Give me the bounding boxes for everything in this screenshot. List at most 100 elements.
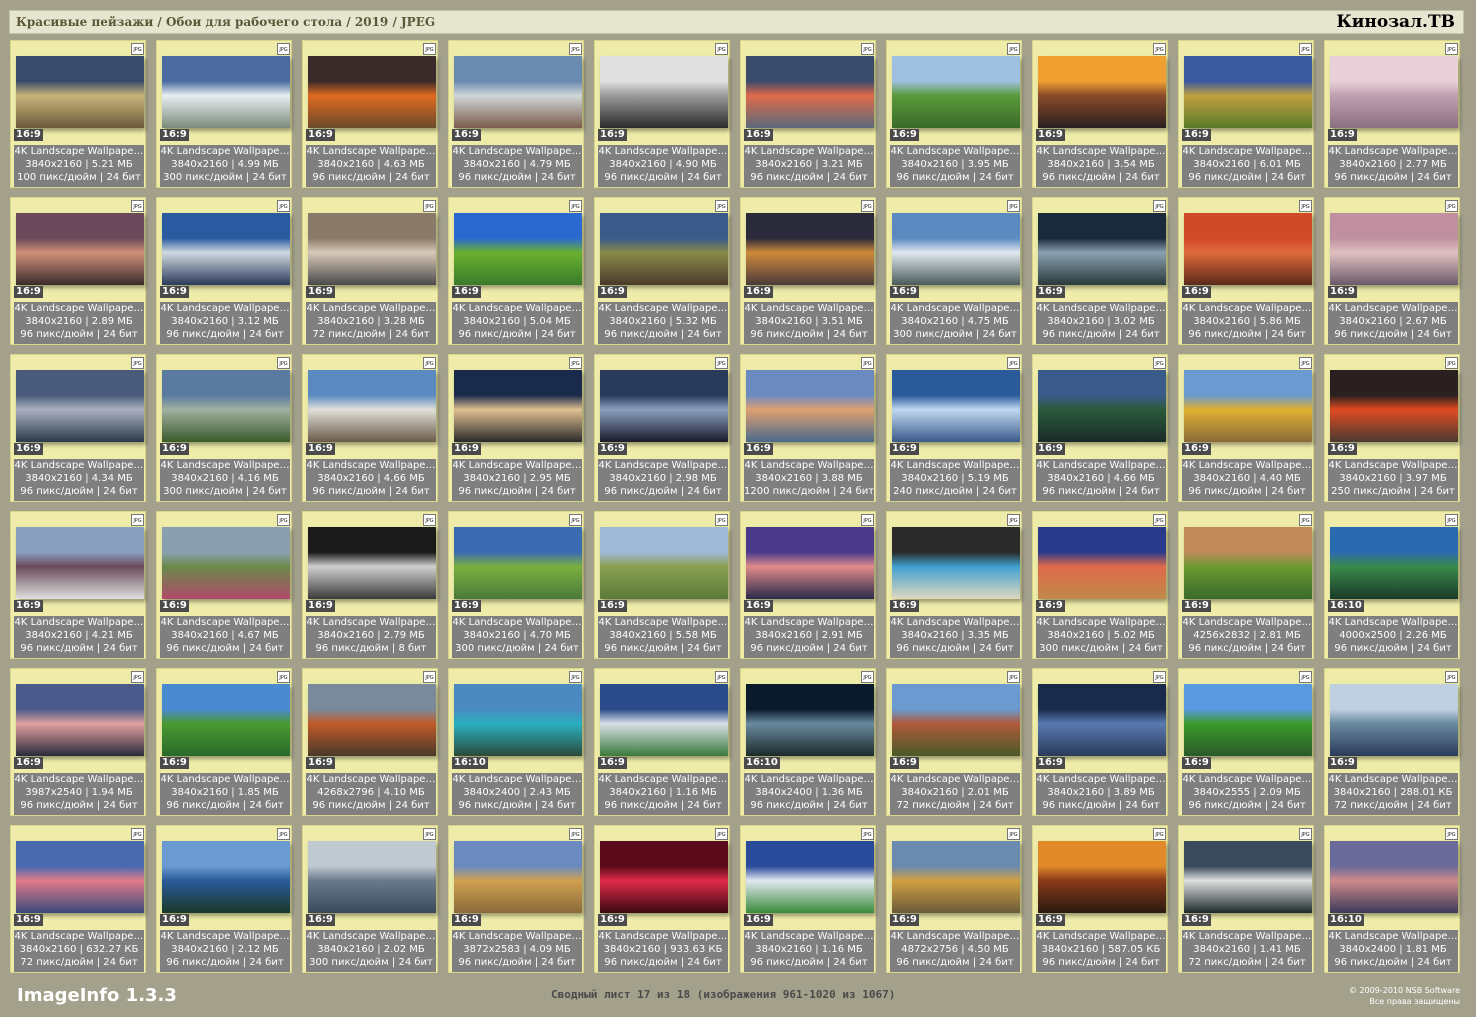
thumbnail-card[interactable]: JPG 16:9 4K Landscape Wallpape… 3840x2160 |… [302, 197, 438, 345]
thumbnail-card[interactable]: JPG 16:9 4K Landscape Wallpape… 3840x2160 |… [1032, 668, 1168, 816]
thumbnail-card[interactable]: JPG 16:9 4K Landscape Wallpape… 3840x2160 |… [1032, 825, 1168, 973]
thumbnail-card[interactable]: JPG 16:9 4K Landscape Wallpape… 3840x2160 |… [1178, 197, 1314, 345]
thumbnail-card[interactable]: JPG 16:9 4K Landscape Wallpape… 3840x2160 |… [886, 40, 1022, 188]
thumbnail-card[interactable]: JPG 16:9 4K Landscape Wallpape… 3840x2160 |… [1032, 511, 1168, 659]
thumbnail-card[interactable]: JPG 16:9 4K Landscape Wallpape… 3840x2160 |… [448, 511, 584, 659]
thumbnail-card[interactable]: JPG 16:9 4K Landscape Wallpape… 3840x2160 |… [156, 825, 292, 973]
thumbnail-image[interactable] [162, 841, 290, 913]
thumbnail-card[interactable]: JPG 16:9 4K Landscape Wallpape… 3840x2160 |… [1032, 197, 1168, 345]
thumbnail-card[interactable]: JPG 16:9 4K Landscape Wallpape… 3840x2160 |… [1032, 40, 1168, 188]
thumbnail-card[interactable]: JPG 16:9 4K Landscape Wallpape… 3840x2160 |… [156, 354, 292, 502]
thumbnail-card[interactable]: JPG 16:9 4K Landscape Wallpape… 3840x2160 |… [448, 354, 584, 502]
thumbnail-card[interactable]: JPG 16:9 4K Landscape Wallpape… 3840x2160 |… [594, 354, 730, 502]
thumbnail-image[interactable] [1330, 841, 1458, 913]
thumbnail-card[interactable]: JPG 16:9 4K Landscape Wallpape… 3840x2160 |… [10, 197, 146, 345]
thumbnail-image[interactable] [1038, 370, 1166, 442]
thumbnail-image[interactable] [454, 841, 582, 913]
thumbnail-card[interactable]: JPG 16:10 4K Landscape Wallpape… 3840x2400 … [1324, 825, 1460, 973]
thumbnail-card[interactable]: JPG 16:9 4K Landscape Wallpape… 3840x2160 |… [156, 511, 292, 659]
thumbnail-card[interactable]: JPG 16:9 4K Landscape Wallpape… 3840x2160 |… [1032, 354, 1168, 502]
thumbnail-card[interactable]: JPG 16:9 4K Landscape Wallpape… 3840x2160 |… [1324, 354, 1460, 502]
thumbnail-card[interactable]: JPG 16:9 4K Landscape Wallpape… 3840x2160 |… [10, 511, 146, 659]
thumbnail-image[interactable] [1184, 213, 1312, 285]
thumbnail-card[interactable]: JPG 16:9 4K Landscape Wallpape… 3840x2160 |… [10, 40, 146, 188]
thumbnail-image[interactable] [454, 370, 582, 442]
thumbnail-card[interactable]: JPG 16:9 4K Landscape Wallpape… 3840x2160 |… [302, 40, 438, 188]
thumbnail-image[interactable] [892, 684, 1020, 756]
thumbnail-card[interactable]: JPG 16:9 4K Landscape Wallpape… 3840x2160 |… [594, 668, 730, 816]
thumbnail-card[interactable]: JPG 16:9 4K Landscape Wallpape… 3840x2160 |… [1324, 40, 1460, 188]
thumbnail-image[interactable] [1330, 527, 1458, 599]
thumbnail-card[interactable]: JPG 16:9 4K Landscape Wallpape… 3840x2160 |… [740, 511, 876, 659]
thumbnail-card[interactable]: JPG 16:10 4K Landscape Wallpape… 4000x2500 … [1324, 511, 1460, 659]
thumbnail-card[interactable]: JPG 16:9 4K Landscape Wallpape… 3840x2160 |… [156, 40, 292, 188]
thumbnail-image[interactable] [16, 213, 144, 285]
thumbnail-card[interactable]: JPG 16:9 4K Landscape Wallpape… 3840x2160 |… [10, 825, 146, 973]
thumbnail-image[interactable] [454, 527, 582, 599]
thumbnail-card[interactable]: JPG 16:9 4K Landscape Wallpape… 3840x2160 |… [1324, 668, 1460, 816]
thumbnail-image[interactable] [16, 841, 144, 913]
thumbnail-image[interactable] [746, 684, 874, 756]
thumbnail-card[interactable]: JPG 16:9 4K Landscape Wallpape… 4872x2756 |… [886, 825, 1022, 973]
thumbnail-image[interactable] [1184, 56, 1312, 128]
thumbnail-card[interactable]: JPG 16:9 4K Landscape Wallpape… 3840x2160 |… [740, 825, 876, 973]
thumbnail-card[interactable]: JPG 16:9 4K Landscape Wallpape… 3840x2160 |… [740, 40, 876, 188]
thumbnail-image[interactable] [308, 841, 436, 913]
thumbnail-image[interactable] [1184, 841, 1312, 913]
thumbnail-card[interactable]: JPG 16:9 4K Landscape Wallpape… 3840x2160 |… [156, 668, 292, 816]
thumbnail-image[interactable] [1330, 213, 1458, 285]
thumbnail-image[interactable] [308, 370, 436, 442]
thumbnail-image[interactable] [308, 213, 436, 285]
thumbnail-card[interactable]: JPG 16:9 4K Landscape Wallpape… 3840x2160 |… [1178, 354, 1314, 502]
thumbnail-card[interactable]: JPG 16:9 4K Landscape Wallpape… 3840x2160 |… [594, 40, 730, 188]
thumbnail-card[interactable]: JPG 16:9 4K Landscape Wallpape… 3840x2160 |… [594, 511, 730, 659]
thumbnail-image[interactable] [1184, 370, 1312, 442]
thumbnail-card[interactable]: JPG 16:9 4K Landscape Wallpape… 3840x2160 |… [302, 354, 438, 502]
thumbnail-image[interactable] [1330, 56, 1458, 128]
thumbnail-image[interactable] [746, 527, 874, 599]
thumbnail-card[interactable]: JPG 16:9 4K Landscape Wallpape… 3840x2555 |… [1178, 668, 1314, 816]
thumbnail-image[interactable] [454, 56, 582, 128]
thumbnail-image[interactable] [600, 213, 728, 285]
thumbnail-card[interactable]: JPG 16:9 4K Landscape Wallpape… 3987x2540 |… [10, 668, 146, 816]
thumbnail-card[interactable]: JPG 16:10 4K Landscape Wallpape… 3840x2400 … [448, 668, 584, 816]
thumbnail-image[interactable] [162, 213, 290, 285]
thumbnail-image[interactable] [162, 370, 290, 442]
thumbnail-image[interactable] [746, 841, 874, 913]
thumbnail-card[interactable]: JPG 16:9 4K Landscape Wallpape… 3840x2160 |… [886, 668, 1022, 816]
thumbnail-image[interactable] [1038, 841, 1166, 913]
thumbnail-image[interactable] [600, 56, 728, 128]
thumbnail-image[interactable] [600, 527, 728, 599]
thumbnail-image[interactable] [162, 527, 290, 599]
thumbnail-image[interactable] [1330, 370, 1458, 442]
thumbnail-card[interactable]: JPG 16:9 4K Landscape Wallpape… 3840x2160 |… [594, 197, 730, 345]
thumbnail-image[interactable] [892, 370, 1020, 442]
thumbnail-card[interactable]: JPG 16:9 4K Landscape Wallpape… 3840x2160 |… [448, 40, 584, 188]
thumbnail-image[interactable] [746, 213, 874, 285]
thumbnail-card[interactable]: JPG 16:9 4K Landscape Wallpape… 3840x2160 |… [740, 354, 876, 502]
thumbnail-card[interactable]: JPG 16:9 4K Landscape Wallpape… 3840x2160 |… [886, 511, 1022, 659]
thumbnail-image[interactable] [1184, 684, 1312, 756]
thumbnail-image[interactable] [1038, 684, 1166, 756]
thumbnail-image[interactable] [454, 213, 582, 285]
thumbnail-image[interactable] [746, 56, 874, 128]
thumbnail-image[interactable] [308, 684, 436, 756]
thumbnail-image[interactable] [454, 684, 582, 756]
thumbnail-image[interactable] [1038, 527, 1166, 599]
thumbnail-image[interactable] [16, 527, 144, 599]
thumbnail-image[interactable] [892, 527, 1020, 599]
thumbnail-card[interactable]: JPG 16:9 4K Landscape Wallpape… 4268x2796 |… [302, 668, 438, 816]
thumbnail-card[interactable]: JPG 16:9 4K Landscape Wallpape… 3840x2160 |… [594, 825, 730, 973]
thumbnail-image[interactable] [746, 370, 874, 442]
thumbnail-card[interactable]: JPG 16:9 4K Landscape Wallpape… 3840x2160 |… [1324, 197, 1460, 345]
thumbnail-card[interactable]: JPG 16:9 4K Landscape Wallpape… 3840x2160 |… [886, 354, 1022, 502]
thumbnail-image[interactable] [600, 370, 728, 442]
thumbnail-image[interactable] [308, 527, 436, 599]
thumbnail-card[interactable]: JPG 16:10 4K Landscape Wallpape… 3840x2400 … [740, 668, 876, 816]
thumbnail-image[interactable] [16, 370, 144, 442]
thumbnail-card[interactable]: JPG 16:9 4K Landscape Wallpape… 3840x2160 |… [448, 197, 584, 345]
thumbnail-image[interactable] [16, 56, 144, 128]
thumbnail-card[interactable]: JPG 16:9 4K Landscape Wallpape… 3872x2583 |… [448, 825, 584, 973]
thumbnail-image[interactable] [162, 56, 290, 128]
thumbnail-card[interactable]: JPG 16:9 4K Landscape Wallpape… 3840x2160 |… [10, 354, 146, 502]
